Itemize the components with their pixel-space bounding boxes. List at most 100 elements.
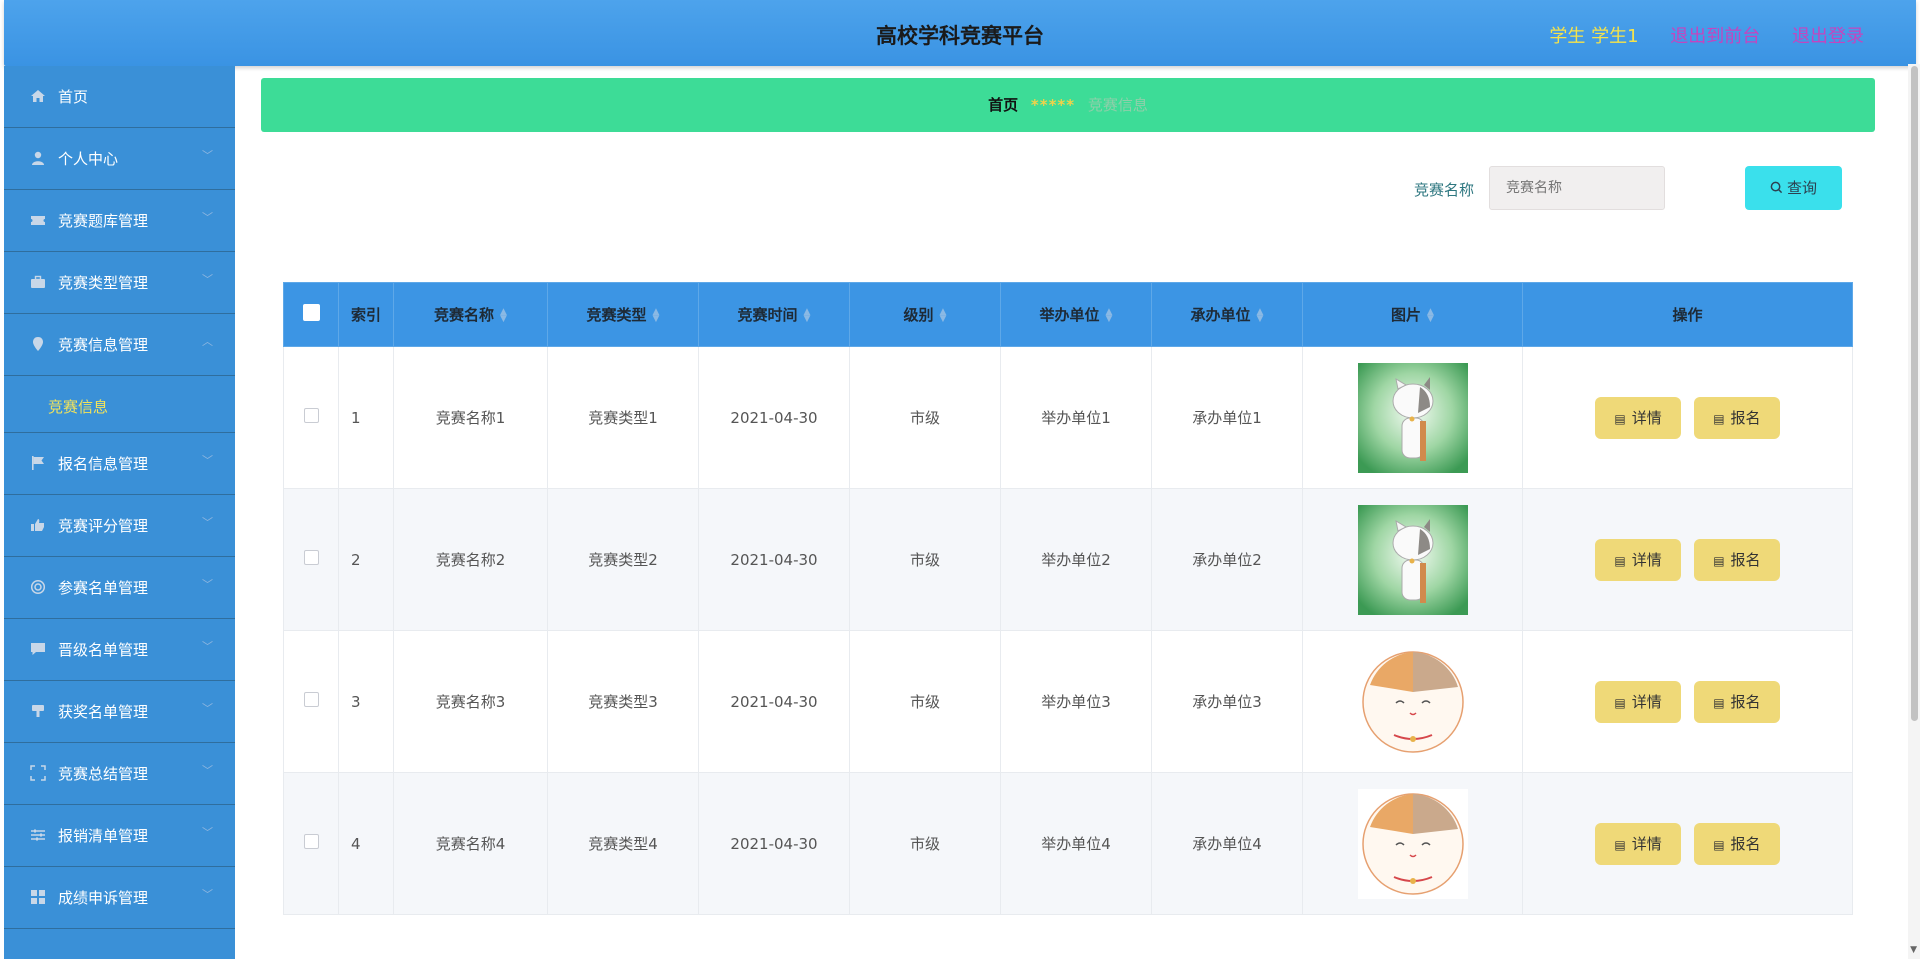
home-icon <box>30 88 46 104</box>
cell-type: 竞赛类型4 <box>547 772 699 915</box>
sidebar-item-4[interactable]: 竞赛信息管理 ︿ <box>4 314 235 376</box>
sidebar-item-8[interactable]: 晋级名单管理 ﹀ <box>4 619 235 681</box>
signup-button[interactable]: ▤ 报名 <box>1693 396 1780 439</box>
logout-link[interactable]: 退出登录 <box>1792 26 1864 47</box>
column-header-label: 竞赛类型 <box>586 306 647 324</box>
column-header-type[interactable]: 竞赛类型 ▲ ▼ <box>547 282 699 347</box>
sidebar-subitem-competition-info[interactable]: 竞赛信息 <box>4 376 235 433</box>
competition-table: 索引 竞赛名称 ▲ ▼ 竞赛类型 ▲ ▼ 竞赛时间 ▲ ▼ 级别 ▲ ▼ 举办单位 ▲ ▼ 承办单位… <box>283 282 1853 915</box>
sort-icon[interactable]: ▲ ▼ <box>804 307 811 323</box>
ticket-icon <box>30 212 46 228</box>
cell-image <box>1302 772 1523 915</box>
column-header-label: 举办单位 <box>1039 306 1100 324</box>
select-all-checkbox[interactable] <box>302 304 320 321</box>
sidebar-item-7[interactable]: 参赛名单管理 ﹀ <box>4 557 235 619</box>
cell-host: 举办单位3 <box>1000 630 1152 773</box>
cell-time: 2021-04-30 <box>698 630 850 773</box>
search-label: 竞赛名称 <box>1414 181 1475 199</box>
sort-icon[interactable]: ▲ ▼ <box>1427 307 1434 323</box>
table-row[interactable]: 2 竞赛名称2 竞赛类型2 2021-04-30 市级 举办单位2 承办单位2 … <box>283 488 1853 631</box>
signup-button[interactable]: ▤ 报名 <box>1693 822 1780 865</box>
row-select-cell[interactable] <box>283 630 339 773</box>
row-checkbox[interactable] <box>303 550 319 565</box>
sort-icon[interactable]: ▲ ▼ <box>653 307 660 323</box>
row-checkbox[interactable] <box>303 692 319 707</box>
competition-image <box>1357 362 1468 473</box>
current-user: 学生 学生1 <box>1549 26 1639 47</box>
location-icon <box>30 336 46 352</box>
cell-index: 4 <box>338 772 394 915</box>
scroll-down-arrow-icon[interactable]: ▼ <box>1910 945 1917 955</box>
cell-host: 举办单位4 <box>1000 772 1152 915</box>
sidebar-item-0[interactable]: 首页 <box>4 66 235 128</box>
column-header-time[interactable]: 竞赛时间 ▲ ▼ <box>698 282 850 347</box>
document-icon: ▤ <box>1713 411 1725 426</box>
column-header-label: 级别 <box>903 306 934 324</box>
cell-index: 2 <box>338 488 394 631</box>
search-button-label: 查询 <box>1786 179 1817 197</box>
cell-organizer: 承办单位1 <box>1151 346 1303 489</box>
table-row[interactable]: 4 竞赛名称4 竞赛类型4 2021-04-30 市级 举办单位4 承办单位4 … <box>283 772 1853 915</box>
column-header-index: 索引 <box>338 282 394 347</box>
detail-button[interactable]: ▤ 详情 <box>1595 538 1682 581</box>
row-select-cell[interactable] <box>283 488 339 631</box>
row-select-cell[interactable] <box>283 772 339 915</box>
sort-icon[interactable]: ▲ ▼ <box>1257 307 1264 323</box>
select-all-cell[interactable] <box>283 282 339 347</box>
sidebar-item-9[interactable]: 获奖名单管理 ﹀ <box>4 681 235 743</box>
search-input[interactable] <box>1489 166 1665 210</box>
signup-button-label: 报名 <box>1730 692 1761 711</box>
sidebar-item-10[interactable]: 竞赛总结管理 ﹀ <box>4 743 235 805</box>
sidebar-subitem-label: 竞赛信息 <box>48 398 109 416</box>
row-select-cell[interactable] <box>283 346 339 489</box>
sidebar-item-2[interactable]: 竞赛题库管理 ﹀ <box>4 190 235 252</box>
chevron-down-icon: ﹀ <box>202 888 213 901</box>
sort-icon[interactable]: ▲ ▼ <box>500 307 507 323</box>
sidebar-item-11[interactable]: 报销清单管理 ﹀ <box>4 805 235 867</box>
column-header-name[interactable]: 竞赛名称 ▲ ▼ <box>393 282 548 347</box>
document-icon: ▤ <box>1614 411 1626 426</box>
grid-icon <box>30 889 46 905</box>
chevron-up-icon: ︿ <box>202 335 213 348</box>
document-icon: ▤ <box>1614 553 1626 568</box>
detail-button[interactable]: ▤ 详情 <box>1595 822 1682 865</box>
row-checkbox[interactable] <box>303 408 319 423</box>
cell-type: 竞赛类型2 <box>547 488 699 631</box>
table-row[interactable]: 1 竞赛名称1 竞赛类型1 2021-04-30 市级 举办单位1 承办单位1 … <box>283 346 1853 489</box>
sidebar-item-5[interactable]: 报名信息管理 ﹀ <box>4 433 235 495</box>
scrollbar-thumb[interactable] <box>1911 66 1918 721</box>
chevron-down-icon: ﹀ <box>202 273 213 286</box>
column-header-organizer[interactable]: 承办单位 ▲ ▼ <box>1151 282 1303 347</box>
detail-button[interactable]: ▤ 详情 <box>1595 680 1682 723</box>
detail-button[interactable]: ▤ 详情 <box>1595 396 1682 439</box>
column-header-image[interactable]: 图片 ▲ ▼ <box>1302 282 1523 347</box>
row-checkbox[interactable] <box>303 834 319 849</box>
breadcrumb-separator: ***** <box>1030 96 1076 114</box>
cell-level: 市级 <box>849 346 1001 489</box>
column-header-host[interactable]: 举办单位 ▲ ▼ <box>1000 282 1152 347</box>
sort-icon[interactable]: ▲ ▼ <box>940 307 947 323</box>
breadcrumb-home[interactable]: 首页 <box>988 96 1018 114</box>
column-header-level[interactable]: 级别 ▲ ▼ <box>849 282 1001 347</box>
column-header-label: 竞赛时间 <box>737 306 798 324</box>
sidebar-item-label: 竞赛总结管理 <box>58 765 149 783</box>
sidebar-item-6[interactable]: 竞赛评分管理 ﹀ <box>4 495 235 557</box>
sidebar-item-12[interactable]: 成绩申诉管理 ﹀ <box>4 867 235 929</box>
cell-organizer: 承办单位2 <box>1151 488 1303 631</box>
table-row[interactable]: 3 竞赛名称3 竞赛类型3 2021-04-30 市级 举办单位3 承办单位3 … <box>283 630 1853 773</box>
sort-icon[interactable]: ▲ ▼ <box>1106 307 1113 323</box>
cell-index: 3 <box>338 630 394 773</box>
table-header-row: 索引 竞赛名称 ▲ ▼ 竞赛类型 ▲ ▼ 竞赛时间 ▲ ▼ 级别 ▲ ▼ 举办单位 ▲ ▼ 承办单位… <box>283 282 1853 347</box>
front-page-link[interactable]: 退出到前台 <box>1670 26 1760 47</box>
message-icon <box>30 641 46 657</box>
sidebar-item-3[interactable]: 竞赛类型管理 ﹀ <box>4 252 235 314</box>
search-button[interactable]: 查询 <box>1745 166 1842 210</box>
document-icon: ▤ <box>1614 837 1626 852</box>
chevron-down-icon: ﹀ <box>202 640 213 653</box>
sidebar-item-1[interactable]: 个人中心 ﹀ <box>4 128 235 190</box>
detail-button-label: 详情 <box>1631 408 1662 427</box>
signup-button[interactable]: ▤ 报名 <box>1693 680 1780 723</box>
cell-level: 市级 <box>849 630 1001 773</box>
signup-button[interactable]: ▤ 报名 <box>1693 538 1780 581</box>
header-actions: 学生 学生1 退出到前台 退出登录 <box>1523 22 1864 48</box>
